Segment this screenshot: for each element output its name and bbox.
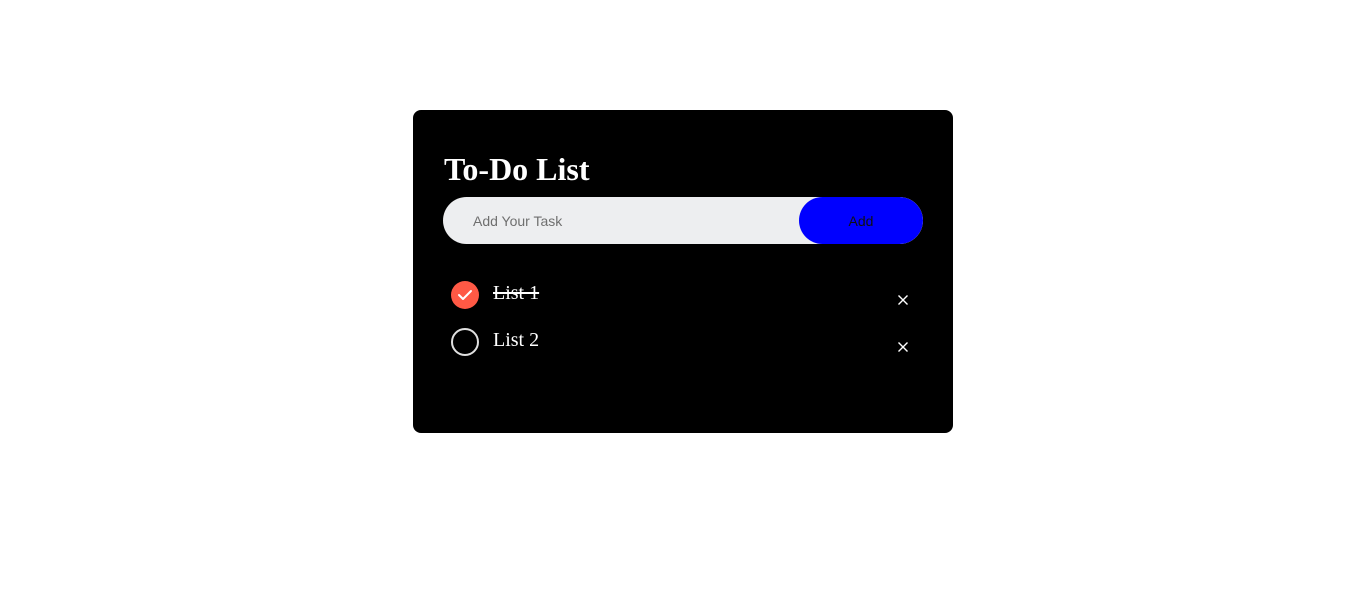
delete-task-button[interactable] (893, 290, 913, 310)
app-title: To-Do List (444, 151, 590, 187)
task-checkbox-checked[interactable] (451, 281, 479, 309)
check-icon (458, 290, 472, 300)
todo-card: To-Do List Add List 1 List 2 (413, 110, 953, 433)
close-icon (898, 342, 908, 352)
task-checkbox-unchecked[interactable] (451, 328, 479, 356)
task-item[interactable]: List 1 (443, 275, 923, 322)
task-list: List 1 List 2 (443, 275, 923, 369)
delete-task-button[interactable] (893, 337, 913, 357)
close-icon (898, 295, 908, 305)
add-button[interactable]: Add (799, 197, 923, 244)
task-label: List 1 (493, 282, 540, 304)
task-input[interactable] (443, 197, 799, 244)
task-input-row: Add (443, 197, 923, 244)
task-label: List 2 (493, 329, 540, 351)
task-item[interactable]: List 2 (443, 322, 923, 369)
